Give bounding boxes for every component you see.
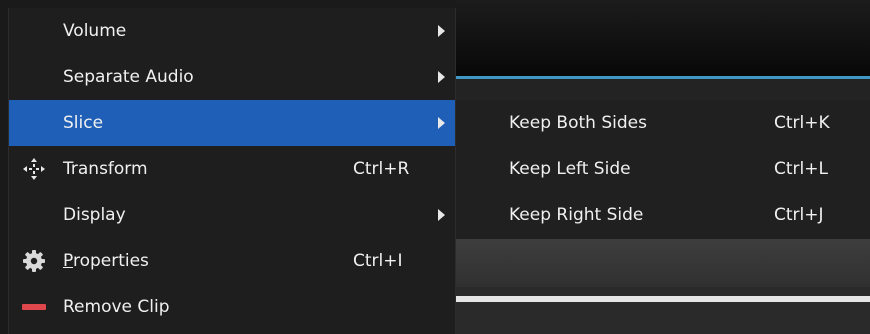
background-toolbar: [455, 0, 870, 76]
background-footer: [455, 287, 870, 334]
menu-item-label: Slice: [63, 113, 104, 133]
submenu-arrow-icon: [438, 117, 445, 129]
menu-item-slice[interactable]: Slice: [9, 100, 455, 146]
menu-item-label: Separate Audio: [63, 67, 194, 87]
app-window: Volume Separate Audio Slice Transform Ct…: [0, 0, 870, 334]
submenu-item-keep-right-side[interactable]: Keep Right Side Ctrl+J: [456, 192, 870, 238]
submenu-item-keep-both-sides[interactable]: Keep Both Sides Ctrl+K: [456, 100, 870, 146]
menu-item-label: Display: [63, 205, 126, 225]
submenu-arrow-icon: [438, 25, 445, 37]
submenu-item-shortcut: Ctrl+K: [774, 113, 830, 133]
menu-item-label: Remove Clip: [63, 297, 170, 317]
menu-item-transform[interactable]: Transform Ctrl+R: [9, 146, 455, 192]
background-divider: [455, 296, 870, 302]
menu-item-remove-clip[interactable]: Remove Clip: [9, 284, 455, 330]
submenu-item-label: Keep Left Side: [509, 159, 631, 179]
submenu-item-shortcut: Ctrl+J: [774, 205, 824, 225]
menu-item-volume[interactable]: Volume: [9, 8, 455, 54]
submenu-item-label: Keep Both Sides: [509, 113, 647, 133]
menu-item-shortcut: Ctrl+R: [353, 159, 410, 179]
submenu-item-shortcut: Ctrl+L: [774, 159, 828, 179]
menu-item-separate-audio[interactable]: Separate Audio: [9, 54, 455, 100]
submenu-item-label: Keep Right Side: [509, 205, 644, 225]
menu-item-label: Volume: [63, 21, 127, 41]
context-menu: Volume Separate Audio Slice Transform Ct…: [8, 8, 456, 334]
submenu-item-keep-left-side[interactable]: Keep Left Side Ctrl+L: [456, 146, 870, 192]
move-arrows-icon: [19, 154, 49, 184]
remove-bar-icon: [19, 292, 49, 322]
menu-item-label: Transform: [63, 159, 148, 179]
submenu-arrow-icon: [438, 209, 445, 221]
slice-submenu: Keep Both Sides Ctrl+K Keep Left Side Ct…: [456, 100, 870, 239]
menu-item-shortcut: Ctrl+I: [353, 251, 403, 271]
submenu-arrow-icon: [438, 71, 445, 83]
menu-item-display[interactable]: Display: [9, 192, 455, 238]
gear-icon: [19, 246, 49, 276]
menu-item-label: Properties: [63, 251, 149, 271]
menu-item-properties[interactable]: Properties Ctrl+I: [9, 238, 455, 284]
background-track: [455, 239, 870, 287]
